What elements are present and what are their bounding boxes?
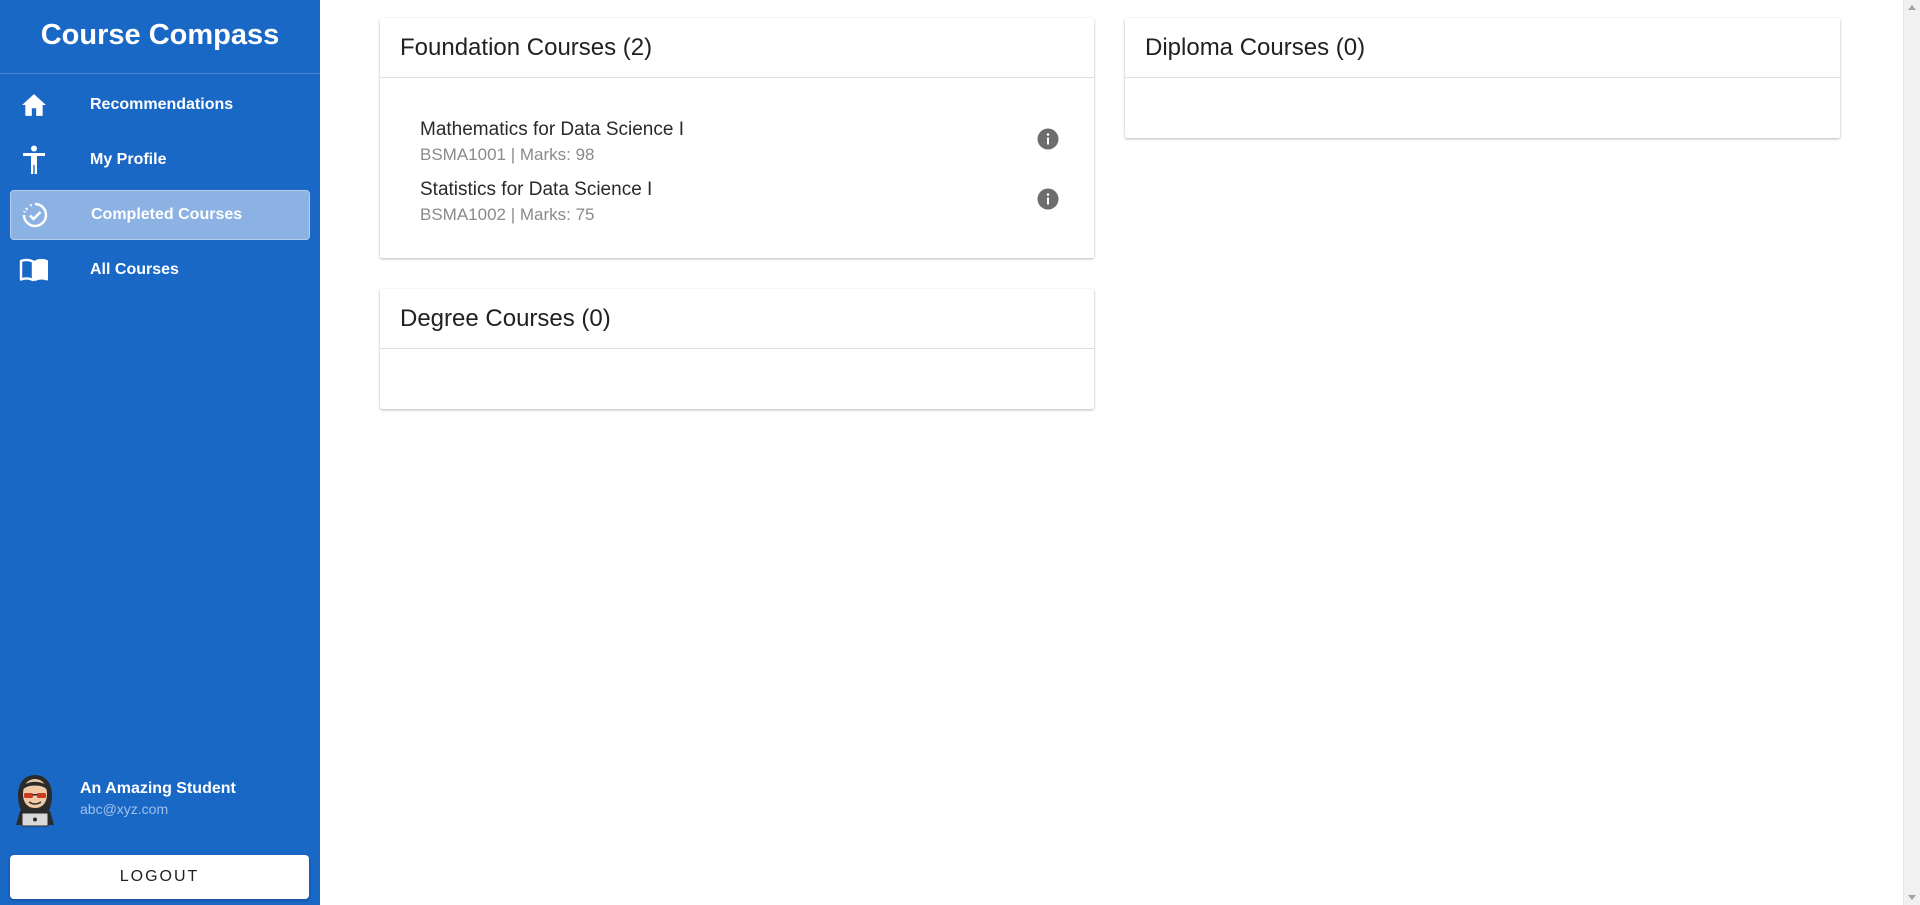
sidebar: Course Compass Recommendations My Profil… [0,0,320,905]
info-icon[interactable] [1036,127,1060,151]
sidebar-nav: Recommendations My Profile Completed Cou… [0,74,320,295]
card-title: Foundation Courses (2) [380,18,1094,78]
app-title: Course Compass [0,0,320,74]
user-name: An Amazing Student [80,780,236,797]
diploma-courses-card: Diploma Courses (0) [1125,18,1840,138]
foundation-courses-card: Foundation Courses (2) Mathematics for D… [380,18,1094,258]
scroll-up-arrow-icon[interactable] [1908,5,1916,10]
vertical-scrollbar[interactable] [1903,0,1920,905]
user-info: An Amazing Student abc@xyz.com [14,773,314,829]
sidebar-item-completed-courses[interactable]: Completed Courses [10,190,310,240]
accessibility-icon [19,145,49,175]
sidebar-item-label: Completed Courses [91,206,243,223]
scroll-down-arrow-icon[interactable] [1908,895,1916,900]
sidebar-item-label: All Courses [90,261,179,278]
sidebar-item-my-profile[interactable]: My Profile [10,135,310,185]
hacker-avatar-icon [14,773,56,827]
card-title: Degree Courses (0) [380,289,1094,349]
course-item: Statistics for Data Science I BSMA1002 |… [420,179,1060,231]
card-title: Diploma Courses (0) [1125,18,1840,78]
sidebar-item-all-courses[interactable]: All Courses [10,245,310,295]
logout-button[interactable]: LOGOUT [10,855,309,899]
sidebar-item-label: Recommendations [90,96,234,113]
info-icon[interactable] [1036,187,1060,211]
check-circle-dashed-icon [20,200,50,230]
user-email: abc@xyz.com [80,801,169,817]
course-title: Mathematics for Data Science I [420,119,684,140]
course-item: Mathematics for Data Science I BSMA1001 … [420,119,1060,171]
degree-courses-card: Degree Courses (0) [380,289,1094,409]
course-title: Statistics for Data Science I [420,179,653,200]
book-open-icon [19,255,49,285]
sidebar-item-label: My Profile [90,151,167,168]
course-meta: BSMA1002 | Marks: 75 [420,205,595,224]
course-meta: BSMA1001 | Marks: 98 [420,145,595,164]
home-icon [19,90,49,120]
sidebar-item-recommendations[interactable]: Recommendations [10,80,310,130]
